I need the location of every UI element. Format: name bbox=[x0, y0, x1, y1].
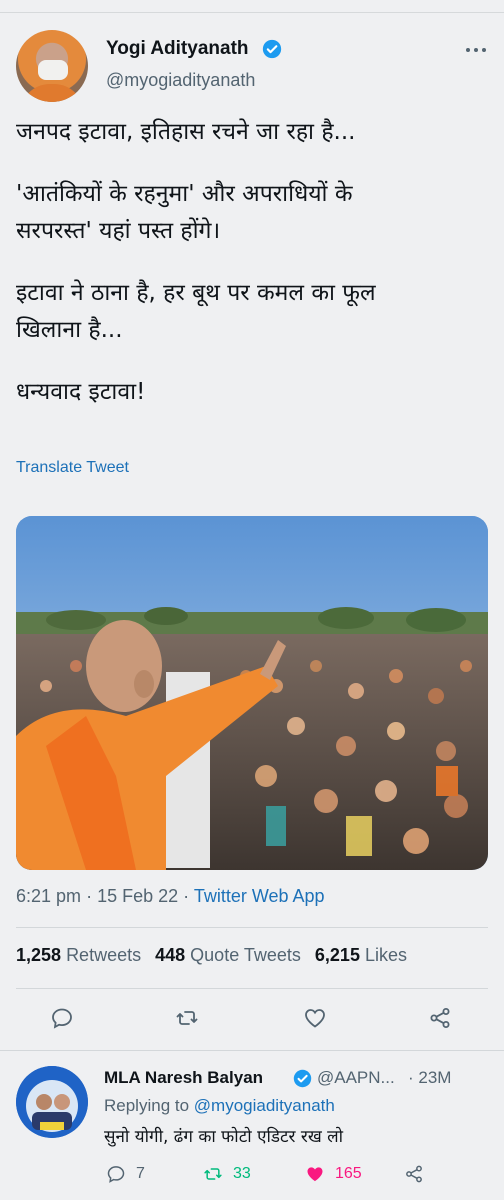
likes-label: Likes bbox=[364, 945, 407, 965]
share-icon bbox=[406, 1165, 422, 1183]
meta-separator: · bbox=[183, 886, 194, 906]
tweet-paragraph: धन्यवाद इटावा! bbox=[16, 379, 146, 405]
author-name[interactable]: Yogi Adityanath bbox=[106, 38, 249, 60]
replying-prefix: Replying to bbox=[104, 1096, 190, 1115]
reply-time[interactable]: · 23M bbox=[408, 1068, 451, 1088]
top-divider bbox=[0, 12, 504, 13]
like-count: 165 bbox=[335, 1165, 362, 1182]
reply-author-avatar[interactable] bbox=[16, 1066, 88, 1138]
tweet-paragraph: 'आतंकियों के रहनुमा' और अपराधियों के सरप… bbox=[16, 181, 353, 244]
quote-count: 448 bbox=[155, 945, 186, 965]
likes-stat[interactable]: 6,215 Likes bbox=[315, 945, 407, 965]
verified-badge-icon bbox=[293, 1069, 312, 1088]
likes-count: 6,215 bbox=[314, 945, 360, 965]
retweets-stat[interactable]: 1,258 Retweets bbox=[16, 945, 141, 965]
reply-divider bbox=[0, 1050, 504, 1051]
more-options-icon[interactable] bbox=[466, 40, 486, 60]
quote-label: Quote Tweets bbox=[190, 945, 301, 965]
reply-share-action[interactable] bbox=[404, 1163, 434, 1185]
quote-tweets-stat[interactable]: 448 Quote Tweets bbox=[155, 945, 301, 965]
verified-badge-icon bbox=[262, 39, 282, 59]
rally-photo-image bbox=[16, 516, 488, 870]
tweet-date[interactable]: 15 Feb 22 bbox=[97, 886, 178, 906]
retweets-count: 1,258 bbox=[16, 945, 62, 965]
reply-author-handle[interactable]: @AAPN... bbox=[317, 1068, 395, 1088]
engagement-stats: 1,258 Retweets 448 Quote Tweets 6,215 Like… bbox=[16, 945, 407, 966]
author-avatar[interactable] bbox=[16, 30, 88, 102]
author-handle[interactable]: @myogiadityanath bbox=[106, 70, 255, 91]
retweets-label: Retweets bbox=[66, 945, 142, 965]
like-icon bbox=[307, 1167, 323, 1182]
reply-avatar-image bbox=[16, 1066, 88, 1138]
source-app-link[interactable]: Twitter Web App bbox=[194, 886, 325, 906]
reply-count: 7 bbox=[136, 1165, 145, 1182]
reply-like-action[interactable]: 165 bbox=[305, 1163, 362, 1185]
reply-text: सुनो योगी, ढंग का फोटो एडिटर रख लो bbox=[104, 1127, 344, 1147]
reply-icon[interactable] bbox=[50, 1006, 74, 1030]
stats-top-divider bbox=[16, 927, 488, 928]
replying-to-line: Replying to @myogiadityanath bbox=[104, 1096, 335, 1116]
retweet-icon[interactable] bbox=[175, 1006, 199, 1030]
stats-bottom-divider bbox=[16, 988, 488, 989]
reply-author-name[interactable]: MLA Naresh Balyan bbox=[104, 1068, 263, 1088]
tweet-photo[interactable] bbox=[16, 516, 488, 870]
tweet-paragraph: इटावा ने ठाना है, हर बूथ पर कमल का फूल ख… bbox=[16, 280, 376, 343]
share-icon[interactable] bbox=[428, 1006, 452, 1030]
retweet-icon bbox=[204, 1168, 222, 1180]
tweet-time[interactable]: 6:21 pm bbox=[16, 886, 81, 906]
replying-to-mention[interactable]: @myogiadityanath bbox=[194, 1096, 335, 1115]
reply-icon bbox=[107, 1166, 125, 1183]
retweet-count: 33 bbox=[233, 1165, 251, 1182]
tweet-text: जनपद इटावा, इतिहास रचने जा रहा है... 'आत… bbox=[16, 114, 486, 436]
reply-retweet-action[interactable]: 33 bbox=[203, 1163, 251, 1185]
translate-tweet-link[interactable]: Translate Tweet bbox=[16, 459, 129, 477]
like-icon[interactable] bbox=[303, 1006, 327, 1030]
tweet-timestamp: 6:21 pm · 15 Feb 22 · Twitter Web App bbox=[16, 886, 325, 907]
meta-separator: · bbox=[86, 886, 98, 906]
tweet-paragraph: जनपद इटावा, इतिहास रचने जा रहा है... bbox=[16, 119, 356, 145]
reply-reply-action[interactable]: 7 bbox=[106, 1163, 145, 1185]
